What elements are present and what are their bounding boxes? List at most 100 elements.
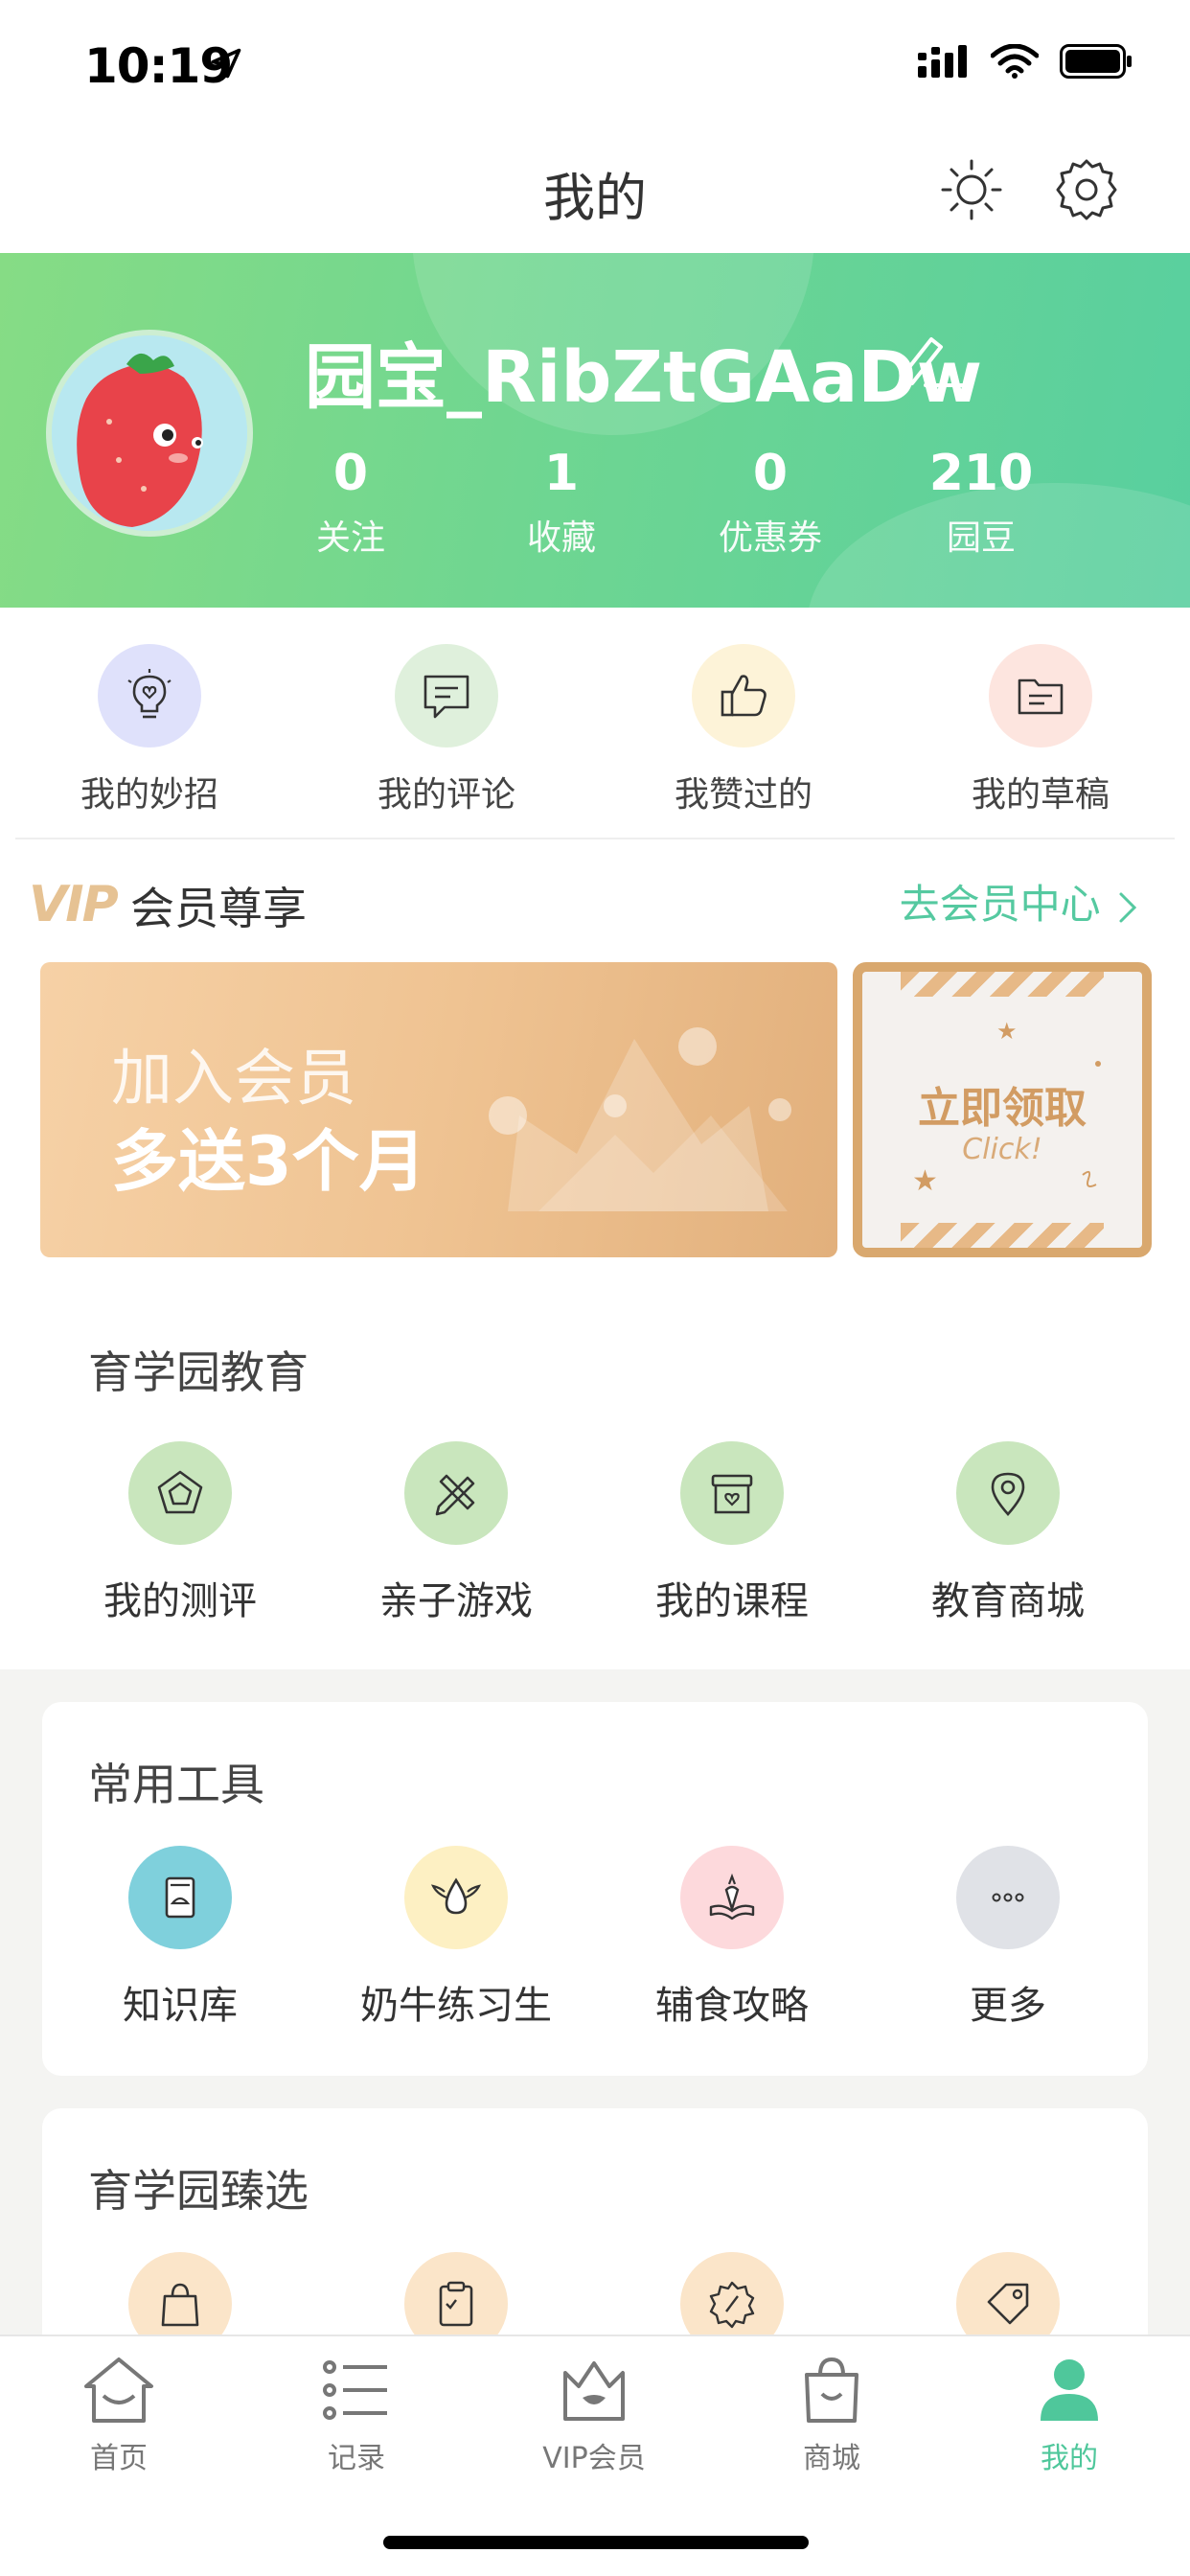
profile-banner: 园宝_RibZtGAaDw 0 关注 1 收藏 0 优惠券 210 园豆 [0,253,1190,608]
lightbulb-heart-icon [98,644,201,748]
tab-label: 首页 [90,2442,148,2475]
svg-text:★: ★ [912,1164,938,1198]
settings-button[interactable] [1052,155,1121,224]
quick-action-comments[interactable]: 我的评论 [341,644,552,816]
brightness-button[interactable] [937,155,1006,224]
quick-action-liked[interactable]: 我赞过的 [638,644,849,816]
stat-value: 210 [928,445,1034,502]
location-arrow-icon [209,46,243,84]
vip-banner-line2: 多送3个月 [111,1122,426,1201]
tab-bar: 首页 记录 VIP会员 商城 我的 [0,2334,1190,2576]
chevron-right-icon [1119,892,1137,922]
tool-item-label: 更多 [970,1984,1046,2028]
folder-icon [989,644,1092,748]
shop-bag-icon [805,2357,858,2423]
list-icon [323,2360,387,2420]
tool-item-milk[interactable]: 奶牛练习生 [341,1846,571,2030]
home-indicator [383,2536,809,2549]
profile-icon [1041,2359,1098,2421]
tab-records[interactable]: 记录 [261,2354,452,2476]
tools-card: 常用工具 知识库 奶牛练习生 辅食攻略 更多 [42,1702,1148,2076]
education-item-store[interactable]: 教育商城 [893,1441,1123,1625]
education-item-label: 亲子游戏 [379,1579,533,1623]
education-item-label: 我的测评 [103,1579,257,1623]
comment-icon [395,644,498,748]
tool-item-label: 知识库 [123,1984,238,2028]
wifi-icon [990,43,1040,82]
thumbs-up-icon [692,644,795,748]
tool-item-solid-food[interactable]: 辅食攻略 [617,1846,847,2030]
stat-value: 0 [332,445,369,502]
course-box-icon [680,1441,784,1545]
education-item-label: 教育商城 [931,1579,1085,1623]
quick-action-drafts[interactable]: 我的草稿 [935,644,1146,816]
quick-action-label: 我的评论 [377,775,515,815]
quick-action-label: 我赞过的 [674,775,812,815]
tab-mine[interactable]: 我的 [973,2354,1165,2476]
tab-home[interactable]: 首页 [23,2354,215,2476]
stat-beans[interactable]: 210 园豆 [895,445,1067,560]
tab-label: VIP会员 [542,2442,646,2475]
page-title: 我的 [543,168,647,228]
stat-favorites[interactable]: 1 收藏 [475,445,648,560]
education-title: 育学园教育 [88,1346,309,1398]
tab-label: 记录 [328,2442,385,2475]
home-icon [84,2358,153,2423]
quick-action-label: 我的妙招 [80,775,218,815]
strawberry-avatar-icon [52,335,247,531]
carrot-book-icon [680,1846,784,1949]
claim-coupon-card[interactable]: 立即领取 Click! ★ ★ [853,962,1152,1257]
stat-label: 关注 [315,518,385,558]
tab-label: 我的 [1041,2442,1098,2475]
selection-title: 育学园臻选 [88,2165,309,2217]
quick-actions: 我的妙招 我的评论 我赞过的 我的草稿 [0,608,1190,838]
vip-section: VIP 会员尊享 去会员中心 加入会员 多送3个月 立即领取 Click! ★ … [0,838,1190,1288]
education-item-assessment[interactable]: 我的测评 [65,1441,295,1625]
tools-title: 常用工具 [88,1759,264,1810]
stat-label: 园豆 [946,518,1016,558]
location-pin-icon [956,1441,1060,1545]
vip-center-link-label: 去会员中心 [899,881,1101,928]
milk-drop-wings-icon [404,1846,508,1949]
quick-action-label: 我的草稿 [971,775,1110,815]
pentagon-icon [128,1441,232,1545]
vip-center-link[interactable]: 去会员中心 [900,872,1142,931]
username: 园宝_RibZtGAaDw [305,336,983,419]
stat-label: 收藏 [526,518,596,558]
tab-vip[interactable]: VIP会员 [498,2354,690,2476]
star-decoration-icon: ★ ★ [912,1018,1101,1198]
avatar[interactable] [46,330,253,537]
battery-icon [1060,44,1133,82]
education-item-courses[interactable]: 我的课程 [617,1441,847,1625]
cellular-signal-icon [918,45,970,81]
education-section: 育学园教育 我的测评 亲子游戏 我的课程 教育商城 [0,1288,1190,1669]
tab-label: 商城 [803,2442,860,2475]
stat-following[interactable]: 0 关注 [264,445,437,560]
gear-icon [1056,159,1117,220]
tool-item-knowledge[interactable]: 知识库 [65,1846,295,2030]
tab-shop[interactable]: 商城 [736,2354,927,2476]
quick-action-tips[interactable]: 我的妙招 [44,644,255,816]
tool-item-label: 辅食攻略 [655,1984,809,2028]
vip-banner-line1: 加入会员 [111,1044,356,1115]
stat-value: 1 [543,445,580,502]
status-bar: 10:19 [0,0,1190,126]
stat-value: 0 [752,445,789,502]
vip-logo: VIP [29,876,119,933]
more-dots-icon [956,1846,1060,1949]
sun-icon [941,159,1002,220]
vip-join-banner[interactable]: 加入会员 多送3个月 [40,962,837,1257]
tool-item-label: 奶牛练习生 [360,1984,552,2028]
tool-item-more[interactable]: 更多 [893,1846,1123,2030]
vip-section-title: 会员尊享 [130,883,307,934]
pencil-icon [899,337,966,387]
knowledge-book-icon [128,1846,232,1949]
edit-profile-button[interactable] [895,330,968,395]
education-item-label: 我的课程 [655,1579,809,1623]
nav-bar: 我的 [0,126,1190,253]
education-item-games[interactable]: 亲子游戏 [341,1441,571,1625]
stat-coupons[interactable]: 0 优惠券 [684,445,857,560]
vip-crown-icon [563,2361,625,2421]
svg-text:★: ★ [996,1018,1018,1045]
stat-label: 优惠券 [718,518,822,558]
